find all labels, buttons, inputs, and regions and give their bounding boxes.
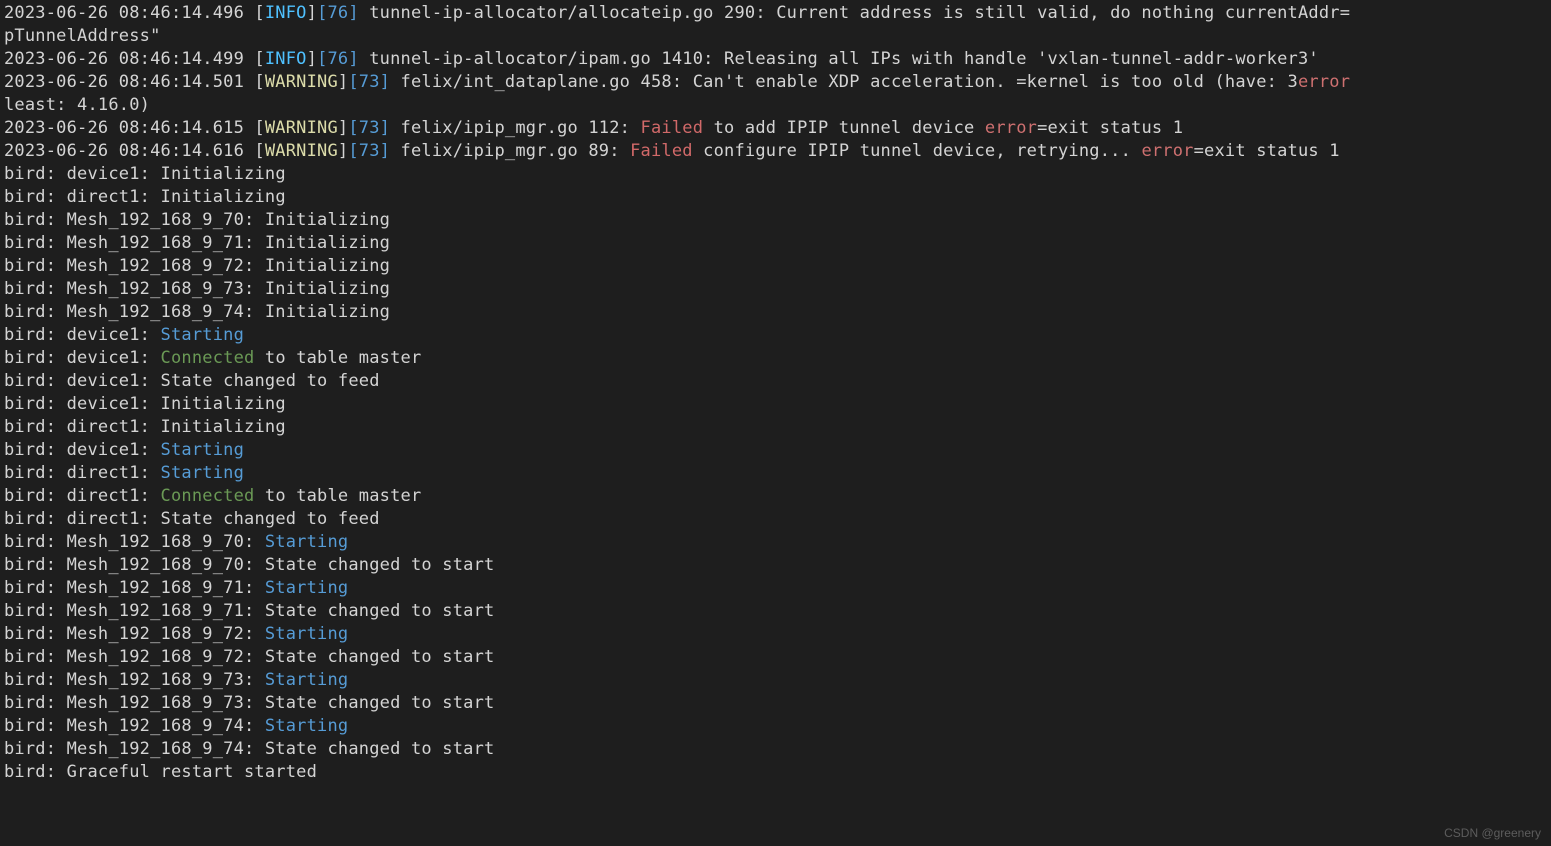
log-line: bird: direct1: Connected to table master <box>4 486 421 506</box>
failed-keyword: Failed <box>641 118 704 138</box>
bird-state: Graceful restart started <box>67 762 317 782</box>
log-line: bird: Mesh_192_168_9_73: Initializing <box>4 279 390 299</box>
bird-state: Initializing <box>161 394 286 414</box>
log-line: bird: Mesh_192_168_9_73: State changed t… <box>4 693 494 713</box>
error-keyword: error <box>985 118 1037 138</box>
failed-keyword: Failed <box>630 141 693 161</box>
log-level: WARNING <box>265 118 338 138</box>
log-level: WARNING <box>265 72 338 92</box>
log-line: bird: Mesh_192_168_9_72: Initializing <box>4 256 390 276</box>
bird-state: State changed to start <box>265 693 495 713</box>
bird-state: Starting <box>161 440 244 460</box>
log-line: 2023-06-26 08:46:14.501 [WARNING][73] fe… <box>4 72 1350 92</box>
log-line: 2023-06-26 08:46:14.499 [INFO][76] tunne… <box>4 49 1319 69</box>
bird-state: State changed to feed <box>161 371 380 391</box>
log-line: bird: Mesh_192_168_9_71: Initializing <box>4 233 390 253</box>
bird-state: State changed to start <box>265 739 495 759</box>
bird-state: State changed to start <box>265 601 495 621</box>
watermark: CSDN @greenery <box>1444 826 1541 840</box>
bird-state: Starting <box>265 624 348 644</box>
log-line: pTunnelAddress" <box>4 26 161 46</box>
bird-state: Starting <box>265 532 348 552</box>
log-line: bird: Mesh_192_168_9_72: Starting <box>4 624 348 644</box>
error-keyword: error <box>1298 72 1350 92</box>
thread-id: [76] <box>317 49 359 69</box>
log-level: INFO <box>265 49 307 69</box>
log-line: bird: Mesh_192_168_9_73: Starting <box>4 670 348 690</box>
thread-id: [76] <box>317 3 359 23</box>
log-line: bird: Mesh_192_168_9_71: Starting <box>4 578 348 598</box>
log-line: 2023-06-26 08:46:14.615 [WARNING][73] fe… <box>4 118 1183 138</box>
log-line: bird: direct1: Initializing <box>4 187 286 207</box>
log-line: bird: Mesh_192_168_9_71: State changed t… <box>4 601 494 621</box>
bird-state: Initializing <box>265 302 390 322</box>
bird-state: Starting <box>265 578 348 598</box>
bird-state: Initializing <box>265 256 390 276</box>
bird-state: Starting <box>161 325 244 345</box>
bird-state: Initializing <box>265 233 390 253</box>
bird-state: Starting <box>265 670 348 690</box>
log-line: bird: Mesh_192_168_9_70: Starting <box>4 532 348 552</box>
log-line: bird: device1: Connected to table master <box>4 348 421 368</box>
log-line: bird: Mesh_192_168_9_74: Initializing <box>4 302 390 322</box>
log-level: INFO <box>265 3 307 23</box>
bird-state: Connected <box>161 348 255 368</box>
bird-state: Initializing <box>265 279 390 299</box>
log-line: bird: Mesh_192_168_9_74: State changed t… <box>4 739 494 759</box>
bird-state: Connected <box>161 486 255 506</box>
log-line: 2023-06-26 08:46:14.496 [INFO][76] tunne… <box>4 3 1350 23</box>
log-line: bird: device1: Initializing <box>4 394 286 414</box>
bird-state: Initializing <box>161 164 286 184</box>
thread-id: [73] <box>348 141 390 161</box>
bird-state: Initializing <box>161 187 286 207</box>
log-line: 2023-06-26 08:46:14.616 [WARNING][73] fe… <box>4 141 1340 161</box>
bird-state: State changed to start <box>265 555 495 575</box>
log-line: bird: Mesh_192_168_9_70: Initializing <box>4 210 390 230</box>
log-line: bird: Mesh_192_168_9_74: Starting <box>4 716 348 736</box>
bird-state: Starting <box>265 716 348 736</box>
bird-state: State changed to start <box>265 647 495 667</box>
log-line: bird: Mesh_192_168_9_72: State changed t… <box>4 647 494 667</box>
terminal-output[interactable]: 2023-06-26 08:46:14.496 [INFO][76] tunne… <box>0 0 1551 786</box>
log-line: bird: device1: State changed to feed <box>4 371 380 391</box>
log-line: bird: device1: Starting <box>4 440 244 460</box>
bird-state: Starting <box>161 463 244 483</box>
error-keyword: error <box>1141 141 1193 161</box>
log-line: bird: device1: Starting <box>4 325 244 345</box>
bird-state: State changed to feed <box>161 509 380 529</box>
log-line: bird: direct1: State changed to feed <box>4 509 380 529</box>
log-level: WARNING <box>265 141 338 161</box>
bird-state: Initializing <box>161 417 286 437</box>
thread-id: [73] <box>348 72 390 92</box>
log-line: bird: Graceful restart started <box>4 762 317 782</box>
log-line: bird: direct1: Initializing <box>4 417 286 437</box>
log-line: bird: Mesh_192_168_9_70: State changed t… <box>4 555 494 575</box>
log-line: least: 4.16.0) <box>4 95 150 115</box>
log-line: bird: device1: Initializing <box>4 164 286 184</box>
thread-id: [73] <box>348 118 390 138</box>
bird-state: Initializing <box>265 210 390 230</box>
log-line: bird: direct1: Starting <box>4 463 244 483</box>
